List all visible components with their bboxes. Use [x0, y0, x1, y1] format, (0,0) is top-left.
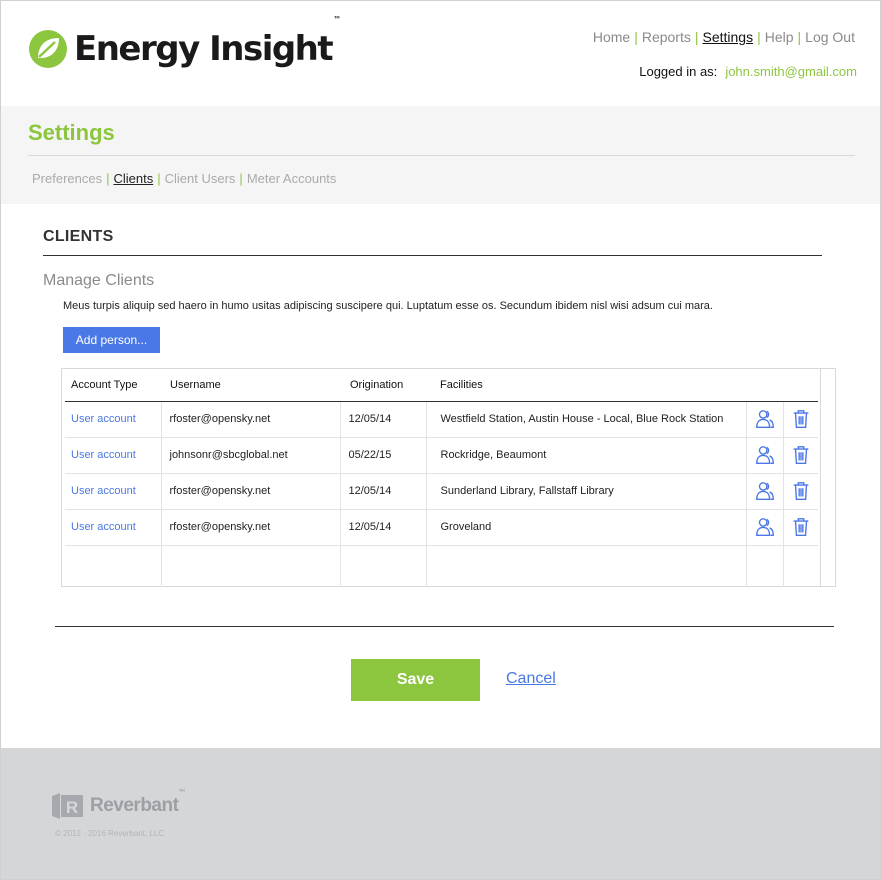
table-row: User account johnsonr@sbcglobal.net 05/2… [65, 437, 818, 474]
facilities-cell: Rockridge, Beaumont [426, 437, 747, 474]
table-row: User account rfoster@opensky.net 12/05/1… [65, 401, 818, 438]
nav-help[interactable]: Help [765, 29, 794, 45]
trash-icon[interactable] [790, 444, 812, 466]
username-cell: rfoster@opensky.net [161, 473, 341, 510]
section-title: CLIENTS [43, 228, 114, 245]
trash-icon[interactable] [790, 408, 812, 430]
empty-table-row [65, 545, 818, 587]
column-header-username[interactable]: Username [161, 369, 340, 402]
settings-tabs: Preferences | Clients | Client Users | Meter A… [32, 171, 337, 186]
section-description: Meus turpis aliquip sed haero in humo us… [63, 300, 713, 312]
column-header-facilities[interactable]: Facilities [426, 369, 746, 402]
users-icon[interactable] [754, 480, 776, 502]
svg-text:R: R [66, 798, 78, 817]
user-email[interactable]: john.smith@gmail.com [725, 64, 857, 79]
page-title: Settings [28, 120, 115, 145]
table-row: User account rfoster@opensky.net 12/05/1… [65, 509, 818, 546]
column-header-origination[interactable]: Origination [340, 369, 426, 402]
footer-logo: R Reverbant™ [52, 789, 185, 819]
add-person-button[interactable]: Add person... [63, 327, 160, 353]
manage-clients-heading: Manage Clients [43, 272, 155, 289]
footer: R Reverbant™ © 2012 - 2016 Reverbant, LL… [1, 748, 880, 879]
trash-icon[interactable] [790, 480, 812, 502]
tab-client-users[interactable]: Client Users [165, 171, 236, 186]
login-info: Logged in as: john.smith@gmail.com [639, 64, 857, 79]
app-logo[interactable]: Energy Insight™ [28, 15, 341, 69]
facilities-cell: Westfield Station, Austin House - Local,… [426, 401, 747, 438]
account-type-link[interactable]: User account [65, 401, 162, 438]
nav-home[interactable]: Home [593, 29, 630, 45]
origination-cell: 05/22/15 [340, 437, 427, 474]
account-type-link[interactable]: User account [65, 473, 162, 510]
nav-settings[interactable]: Settings [703, 29, 754, 45]
divider [28, 155, 855, 156]
save-button[interactable]: Save [351, 659, 480, 701]
reverbant-logo-icon: R [52, 793, 83, 819]
facilities-cell: Groveland [426, 509, 747, 546]
username-cell: rfoster@opensky.net [161, 401, 341, 438]
leaf-logo-icon [29, 30, 67, 68]
tab-meter-accounts[interactable]: Meter Accounts [247, 171, 337, 186]
facilities-cell: Sunderland Library, Fallstaff Library [426, 473, 747, 510]
column-header-account-type[interactable]: Account Type [65, 369, 161, 402]
origination-cell: 12/05/14 [340, 401, 427, 438]
table-header-row: Account Type Username Origination Facili… [65, 369, 818, 402]
username-cell: rfoster@opensky.net [161, 509, 341, 546]
divider [55, 626, 834, 627]
nav-reports[interactable]: Reports [642, 29, 691, 45]
nav-logout[interactable]: Log Out [805, 29, 855, 45]
clients-table: Account Type Username Origination Facili… [61, 368, 836, 587]
origination-cell: 12/05/14 [340, 509, 427, 546]
tab-preferences[interactable]: Preferences [32, 171, 102, 186]
account-type-link[interactable]: User account [65, 437, 162, 474]
cancel-link[interactable]: Cancel [506, 670, 556, 688]
users-icon[interactable] [754, 444, 776, 466]
logged-in-label: Logged in as: [639, 64, 718, 79]
trash-icon[interactable] [790, 516, 812, 538]
divider [43, 255, 822, 256]
settings-header: Settings Preferences | Clients | Client User… [1, 106, 880, 204]
tab-clients[interactable]: Clients [113, 171, 153, 186]
table-row: User account rfoster@opensky.net 12/05/1… [65, 473, 818, 510]
copyright: © 2012 - 2016 Reverbant, LLC [55, 829, 165, 838]
origination-cell: 12/05/14 [340, 473, 427, 510]
account-type-link[interactable]: User account [65, 509, 162, 546]
app-title: Energy Insight™ [74, 15, 341, 69]
top-nav: Home | Reports | Settings | Help | Log Out [592, 29, 855, 45]
footer-brand: Reverbant™ [90, 789, 185, 816]
header: Energy Insight™ Home | Reports | Settings | He… [1, 1, 880, 106]
users-icon[interactable] [754, 516, 776, 538]
page: Energy Insight™ Home | Reports | Settings | He… [0, 0, 881, 880]
users-icon[interactable] [754, 408, 776, 430]
username-cell: johnsonr@sbcglobal.net [161, 437, 341, 474]
table-scrollbar[interactable] [820, 369, 835, 586]
